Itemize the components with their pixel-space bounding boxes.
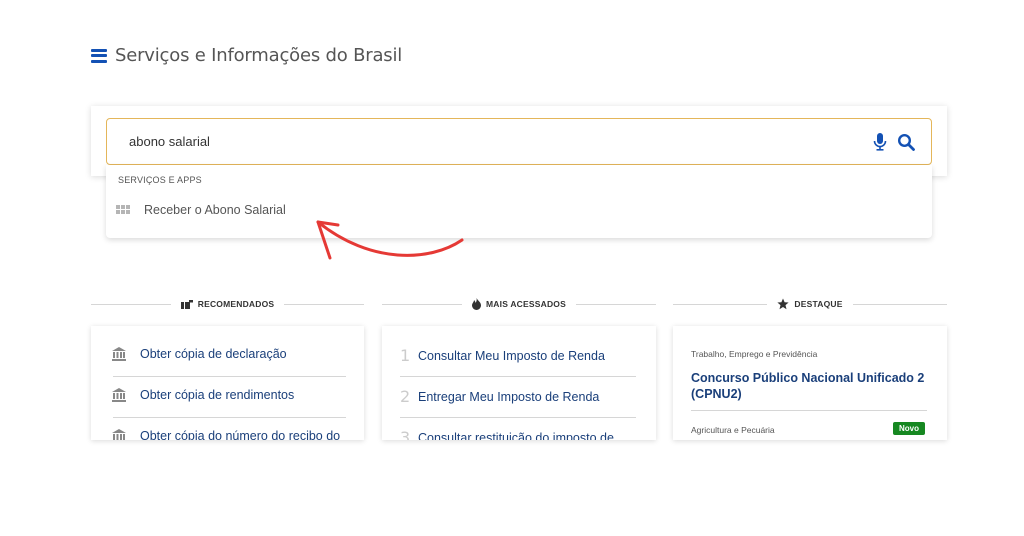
list-item[interactable]: Obter cópia do número do recibo do — [111, 428, 340, 440]
suggestions-heading: SERVIÇOS E APPS — [118, 175, 202, 185]
divider — [691, 410, 927, 411]
page-header: Serviços e Informações do Brasil — [91, 45, 402, 66]
divider — [113, 376, 346, 377]
list-item[interactable]: 2 Entregar Meu Imposto de Renda — [400, 387, 599, 406]
divider — [113, 417, 346, 418]
section-destaque-heading: DESTAQUE — [673, 297, 948, 311]
bank-icon — [112, 388, 126, 402]
section-recomendados-heading: RECOMENDADOS — [91, 297, 365, 311]
destaque-category: Agricultura e Pecuária — [691, 425, 775, 435]
recomendados-card: Obter cópia de declaração Obter cópia de… — [91, 326, 364, 440]
list-item-label: Consultar Meu Imposto de Renda — [418, 348, 605, 363]
new-badge: Novo — [893, 422, 925, 435]
section-label: MAIS ACESSADOS — [486, 299, 566, 309]
destaque-category: Trabalho, Emprego e Previdência — [691, 349, 818, 359]
section-label: DESTAQUE — [794, 299, 843, 309]
divider — [400, 376, 636, 377]
mais-acessados-card: 1 Consultar Meu Imposto de Renda 2 Entre… — [382, 326, 656, 440]
rank-number: 2 — [400, 387, 411, 406]
divider — [400, 417, 636, 418]
list-item-label: Entregar Meu Imposto de Renda — [418, 389, 600, 404]
search-icon[interactable] — [897, 133, 915, 151]
annotation-arrow — [316, 220, 464, 260]
suggestions-dropdown: SERVIÇOS E APPS Receber o Abono Salarial — [106, 165, 932, 238]
apps-grid-icon — [116, 205, 130, 215]
list-item[interactable]: Obter cópia de rendimentos — [111, 387, 294, 403]
search-input[interactable] — [129, 119, 829, 164]
microphone-icon[interactable] — [873, 133, 887, 151]
star-icon — [777, 298, 790, 310]
list-item-label: Consultar restituição do imposto de — [418, 430, 614, 441]
list-item-label: Obter cópia de declaração — [140, 347, 287, 361]
list-item[interactable]: 3 Consultar restituição do imposto de — [400, 428, 614, 440]
search-box — [106, 118, 932, 165]
bank-icon — [112, 347, 126, 361]
list-item[interactable]: Obter cópia de declaração — [111, 346, 287, 362]
fire-icon — [472, 298, 482, 310]
section-mais-acessados-heading: MAIS ACESSADOS — [382, 297, 657, 311]
list-item-label: Obter cópia do número do recibo do — [140, 429, 341, 440]
rank-number: 1 — [400, 346, 411, 365]
hamburger-menu-icon[interactable] — [91, 48, 107, 63]
list-item[interactable]: 1 Consultar Meu Imposto de Renda — [400, 346, 605, 365]
section-label: RECOMENDADOS — [197, 299, 275, 309]
list-item-label: Obter cópia de rendimentos — [140, 388, 295, 402]
bank-icon — [112, 429, 126, 440]
page-title: Serviços e Informações do Brasil — [115, 45, 403, 66]
suggestion-item-label: Receber o Abono Salarial — [144, 203, 286, 217]
destaque-title-link[interactable]: Concurso Público Nacional Unificado 2 (C… — [691, 370, 931, 402]
pointing-hand-icon — [180, 300, 193, 309]
rank-number: 3 — [400, 428, 411, 440]
destaque-card: Trabalho, Emprego e Previdência Concurso… — [673, 326, 947, 440]
